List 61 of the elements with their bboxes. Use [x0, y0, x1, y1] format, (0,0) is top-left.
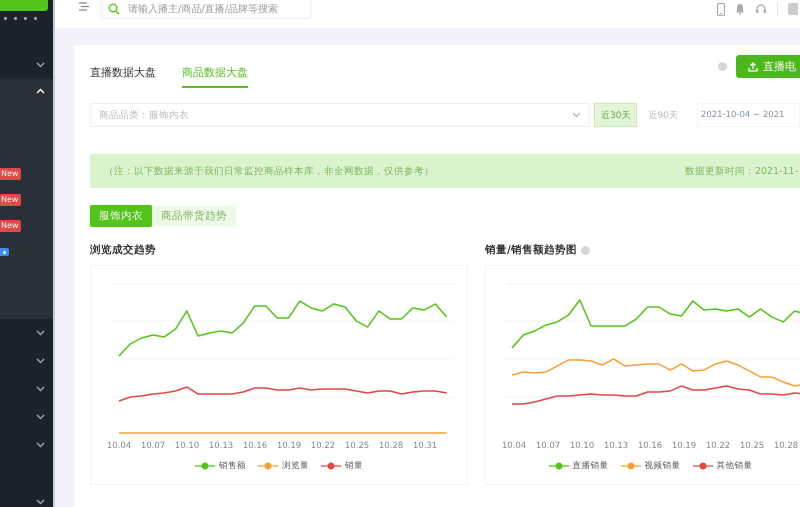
category-select[interactable]: 商品品类：服饰内衣: [90, 103, 590, 127]
axis-label: 10.10: [568, 441, 596, 451]
axis-label: 10.19: [276, 441, 302, 451]
chevron-icon: [572, 112, 581, 118]
axis-label: 10.19: [670, 441, 698, 451]
axis-label: 10.10: [174, 441, 200, 451]
date-range-field[interactable]: 2021-10-04 ~ 2021: [696, 103, 800, 127]
chevron-icon: [36, 499, 45, 505]
chevron-icon: [36, 62, 45, 68]
tab[interactable]: 商品数据大盘: [182, 64, 248, 88]
chevron-icon: [36, 330, 45, 336]
chevron-icon: [36, 88, 45, 94]
chevron-icon: [36, 442, 45, 448]
axis-label: 10.07: [534, 441, 562, 451]
axis-label: 10.16: [242, 441, 268, 451]
category-tab[interactable]: 商品带货趋势: [152, 205, 236, 227]
new-badge: New: [0, 168, 22, 180]
help-icon[interactable]: [718, 62, 727, 71]
legend-label[interactable]: 销量: [345, 460, 363, 472]
legend-label[interactable]: 其他销量: [716, 460, 752, 472]
axis-label: 10.22: [704, 441, 732, 451]
bell-icon[interactable]: [735, 3, 745, 15]
range-button[interactable]: 近90天: [641, 103, 685, 127]
category-tab[interactable]: 服饰内衣: [90, 205, 152, 227]
search-icon: [108, 3, 120, 15]
new-badge: New: [0, 220, 22, 232]
axis-label: 10.28: [378, 441, 404, 451]
axis-label: 10.13: [208, 441, 234, 451]
new-badge: New: [0, 194, 22, 206]
export-button[interactable]: 直播电: [736, 55, 800, 78]
notice-text: （注：以下数据来源于我们日常监控商品样本库，非全网数据，仅供参考）: [104, 164, 434, 178]
axis-label: 10.04: [106, 441, 132, 451]
tab[interactable]: 直播数据大盘: [90, 64, 156, 88]
chart-title: 销量/销售额趋势图: [485, 243, 577, 257]
update-time: 数据更新时间：2021-11-: [684, 164, 799, 178]
axis-label: 10.07: [140, 441, 166, 451]
chevron-icon: [36, 386, 45, 392]
chevron-icon: [36, 358, 45, 364]
menu-icon[interactable]: [79, 2, 89, 11]
axis-label: 10.28: [772, 441, 800, 451]
axis-label: 10.13: [602, 441, 630, 451]
account-icon[interactable]: [788, 3, 798, 15]
axis-label: 10.22: [310, 441, 336, 451]
logo-icon: [0, 0, 48, 11]
help-icon[interactable]: [580, 246, 590, 254]
legend-label[interactable]: 视频销量: [644, 460, 680, 472]
chart-title: 浏览成交趋势: [90, 243, 156, 257]
range-button[interactable]: 近30天: [594, 103, 638, 127]
upload-icon: [748, 62, 758, 72]
axis-label: 10.25: [344, 441, 370, 451]
axis-label: 10.31: [412, 441, 438, 451]
headset-icon[interactable]: [755, 3, 767, 15]
legend-label[interactable]: 销售额: [219, 460, 246, 472]
legend-label[interactable]: 直播销量: [572, 460, 608, 472]
legend-label[interactable]: 浏览量: [282, 460, 309, 472]
axis-label: 10.25: [738, 441, 766, 451]
axis-label: 10.16: [636, 441, 664, 451]
chevron-icon: [36, 414, 45, 420]
phone-icon[interactable]: [717, 2, 725, 16]
tag-badge-icon: [0, 248, 9, 256]
axis-label: 10.04: [500, 441, 528, 451]
